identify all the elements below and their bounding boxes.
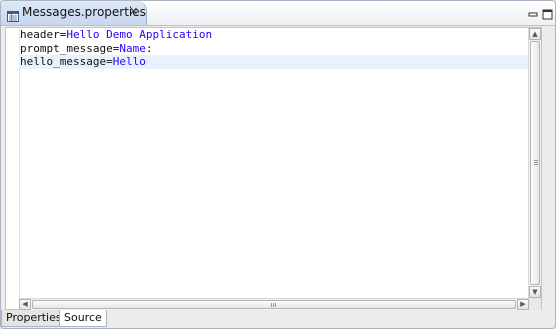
editor-line[interactable]: header=Hello Demo Application bbox=[19, 28, 529, 42]
properties-file-icon bbox=[7, 7, 19, 22]
tab-messages-properties[interactable]: Messages.properties ✕ bbox=[1, 1, 147, 25]
maximize-icon[interactable] bbox=[542, 5, 553, 20]
thumb-grip bbox=[271, 303, 272, 307]
editor-text-area[interactable]: header=Hello Demo Application prompt_mess… bbox=[19, 28, 529, 298]
tab-source[interactable]: Source bbox=[59, 310, 107, 327]
editor-line[interactable]: prompt_message=Name: bbox=[19, 42, 529, 56]
property-key: header bbox=[20, 28, 60, 41]
tab-title: Messages.properties bbox=[22, 5, 146, 19]
property-suffix: : bbox=[145, 41, 153, 55]
thumb-grip bbox=[275, 303, 276, 307]
scroll-down-button[interactable]: ▼ bbox=[529, 286, 541, 298]
horizontal-scrollbar[interactable]: ◀ ▶ bbox=[19, 298, 529, 310]
editor-window: Messages.properties ✕ header=Hello Demo … bbox=[0, 0, 556, 329]
scrollbar-corner bbox=[529, 298, 541, 310]
thumb-grip bbox=[534, 164, 538, 165]
tab-properties[interactable]: Properties bbox=[1, 310, 67, 327]
property-key: hello_message bbox=[20, 55, 107, 69]
scroll-left-button[interactable]: ◀ bbox=[19, 299, 31, 310]
scroll-up-button[interactable]: ▲ bbox=[529, 28, 541, 40]
property-value: Name bbox=[119, 41, 146, 55]
thumb-grip bbox=[273, 303, 274, 307]
editor-line[interactable]: hello_message=Hello bbox=[19, 55, 529, 69]
thumb-grip bbox=[534, 162, 538, 163]
close-icon[interactable]: ✕ bbox=[129, 5, 138, 19]
editor-gutter bbox=[6, 28, 20, 298]
properties-source-editor[interactable]: header=Hello Demo Application prompt_mess… bbox=[5, 27, 542, 310]
thumb-grip bbox=[534, 160, 538, 161]
property-value: Hello bbox=[112, 55, 146, 69]
property-value: Hello Demo Application bbox=[66, 28, 213, 41]
vertical-scroll-thumb[interactable] bbox=[530, 41, 540, 285]
editor-page-tabs: Properties Source bbox=[1, 310, 555, 328]
editor-tab-bar: Messages.properties ✕ bbox=[1, 1, 555, 26]
property-separator: = bbox=[106, 55, 113, 69]
property-key: prompt_message bbox=[20, 41, 113, 55]
minimize-icon[interactable] bbox=[528, 5, 539, 17]
scroll-right-button[interactable]: ▶ bbox=[517, 299, 529, 310]
vertical-scrollbar[interactable]: ▲ ▼ bbox=[528, 28, 541, 298]
horizontal-scroll-thumb[interactable] bbox=[32, 300, 516, 309]
